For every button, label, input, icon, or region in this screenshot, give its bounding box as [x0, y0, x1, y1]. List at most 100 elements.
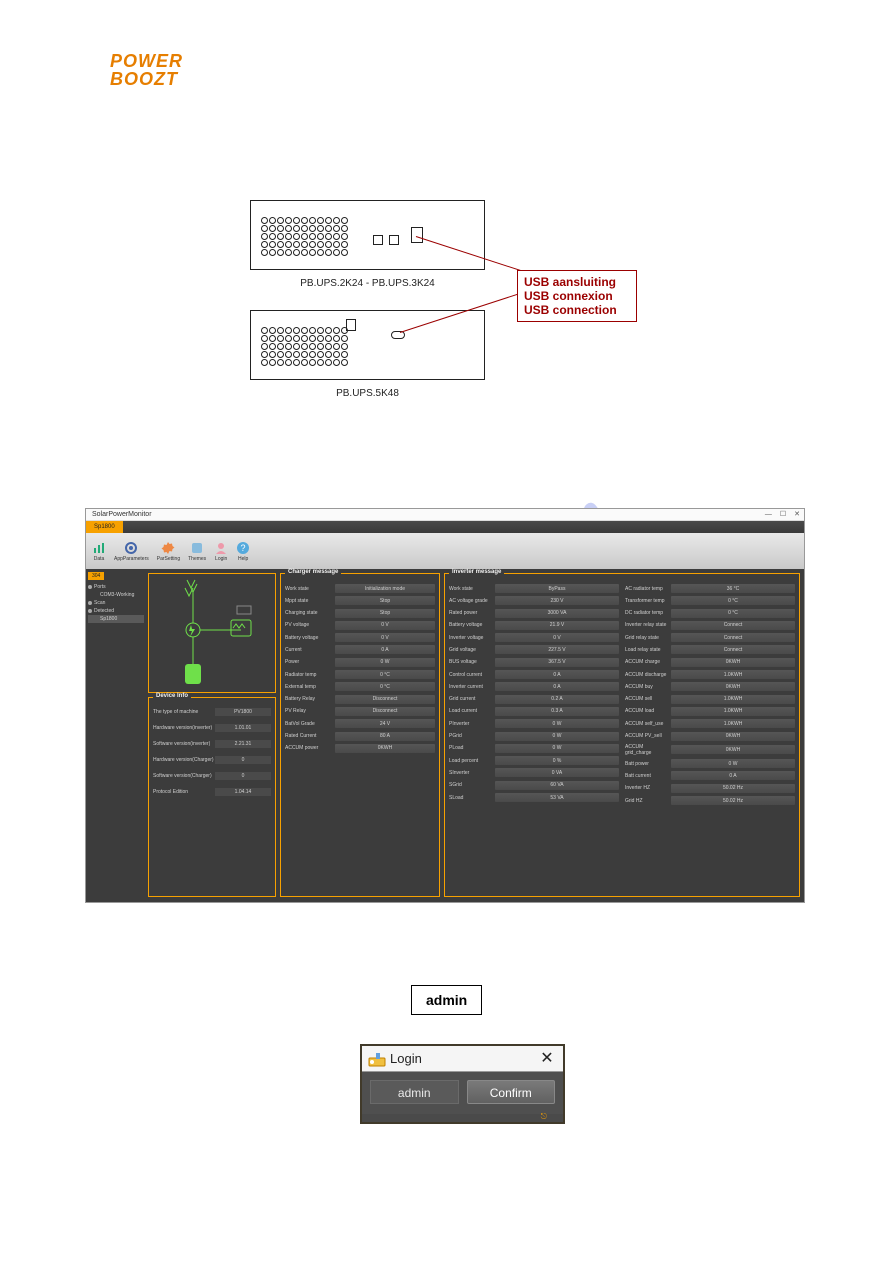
field-value: 367.5 V — [495, 658, 619, 667]
ribbon-login[interactable]: Login — [214, 541, 228, 562]
callout-text: USB connexion — [524, 289, 630, 303]
document-tab[interactable]: Sp1800 — [86, 521, 123, 533]
port-icon — [391, 331, 405, 339]
inverter-row: Batt power0 W — [625, 759, 795, 768]
svg-text:?: ? — [241, 543, 246, 553]
field-label: Inverter voltage — [449, 635, 495, 641]
field-label: External temp — [285, 684, 335, 690]
callout-text: USB connection — [524, 303, 630, 317]
tree-node[interactable]: COM3-Working — [88, 591, 144, 599]
inverter-row: Load current0.3 A — [449, 707, 619, 716]
bullet-icon — [88, 609, 92, 613]
inverter-row: ACCUM discharge1.0KWH — [625, 670, 795, 679]
field-value: Disconnect — [335, 707, 435, 716]
charger-row: ACCUM power0KWH — [285, 744, 435, 753]
login-body: admin Confirm — [362, 1072, 563, 1114]
minimize-icon[interactable]: — — [765, 509, 772, 521]
port-icon — [389, 235, 399, 245]
field-value: 0 A — [495, 682, 619, 691]
login-title-text: Login — [390, 1051, 422, 1066]
port-icon — [373, 235, 383, 245]
tree-node[interactable]: Ports — [88, 583, 144, 591]
field-label: Grid voltage — [449, 647, 495, 653]
field-value: 0KWH — [335, 744, 435, 753]
device-info-panel: Device Info The type of machinePV1800Har… — [148, 697, 276, 897]
field-label: Software version(inverter) — [153, 741, 215, 747]
field-value: 0 W — [671, 759, 795, 768]
devinfo-row: Software version(inverter)2.21.31 — [153, 740, 271, 748]
tree-node-label: COM3-Working — [100, 592, 134, 598]
close-icon[interactable]: ✕ — [794, 509, 800, 521]
field-label: PLoad — [449, 745, 495, 751]
ribbon-toolbar: Data AppParameters ParSetting Themes Login? H… — [86, 533, 804, 569]
inverter-row: Grid relay stateConnect — [625, 633, 795, 642]
field-label: Power — [285, 659, 335, 665]
field-value: 1.0KWH — [671, 695, 795, 704]
tree-node[interactable]: Sp1800 — [88, 615, 144, 623]
charger-row: Battery RelayDisconnect — [285, 695, 435, 704]
devinfo-row: The type of machinePV1800 — [153, 708, 271, 716]
inverter-row: Load percent0 % — [449, 756, 619, 765]
field-value: 0.3 A — [495, 707, 619, 716]
close-icon[interactable]: ✕ — [537, 1048, 557, 1068]
vent-grid — [261, 217, 348, 256]
workspace: 304 PortsCOM3-WorkingScanDetectedSp1800 — [86, 569, 804, 902]
field-label: Transformer temp — [625, 598, 671, 604]
field-value: 0 W — [335, 658, 435, 667]
maximize-icon[interactable]: ☐ — [780, 509, 786, 521]
tree-node[interactable]: Detected — [88, 607, 144, 615]
ribbon-parsetting[interactable]: ParSetting — [157, 541, 180, 562]
inverter-row: Grid HZ50.02 Hz — [625, 796, 795, 805]
charger-row: Work stateInitialization mode — [285, 584, 435, 593]
ribbon-label: Login — [215, 556, 227, 562]
field-label: Battery Relay — [285, 696, 335, 702]
field-label: ACCUM discharge — [625, 672, 671, 678]
field-value: 0 — [215, 772, 271, 780]
field-label: Rated Current — [285, 733, 335, 739]
ribbon-help[interactable]: ? Help — [236, 541, 250, 562]
field-value: 0 W — [495, 719, 619, 728]
inverter-row: BUS voltage367.5 V — [449, 658, 619, 667]
inverter-row: AC radiator temp36 °C — [625, 584, 795, 593]
ribbon-appparameters[interactable]: AppParameters — [114, 541, 149, 562]
field-value: 0 W — [495, 744, 619, 753]
charger-row: PV voltage0 V — [285, 621, 435, 630]
logo-line2: BOOZT — [110, 70, 190, 88]
ribbon-themes[interactable]: Themes — [188, 541, 206, 562]
field-label: Batt power — [625, 761, 671, 767]
inverter-message-panel: Inverter message Work stateByPassAC volt… — [444, 573, 800, 897]
side-tab[interactable]: 304 — [88, 572, 104, 580]
ribbon-label: Help — [238, 556, 248, 562]
charger-row: BatVol Grade24 V — [285, 719, 435, 728]
field-value: 1.0KWH — [671, 670, 795, 679]
inverter-row: Grid current0.2 A — [449, 695, 619, 704]
field-label: PV Relay — [285, 708, 335, 714]
tree-node-label: Detected — [94, 608, 114, 614]
login-password-input[interactable]: admin — [370, 1080, 459, 1104]
key-icon — [368, 1050, 386, 1068]
field-value: 0 V — [495, 633, 619, 642]
field-label: Rated power — [449, 610, 495, 616]
field-label: ACCUM grid_charge — [625, 744, 671, 756]
inverter-row: Grid voltage227.5 V — [449, 645, 619, 654]
field-value: 60 VA — [495, 781, 619, 790]
port-icon — [411, 227, 423, 243]
field-label: SLoad — [449, 795, 495, 801]
ribbon-data[interactable]: Data — [92, 541, 106, 562]
charger-row: Power0 W — [285, 658, 435, 667]
field-label: Batt current — [625, 773, 671, 779]
device-label-bottom: PB.UPS.5K48 — [250, 388, 485, 399]
field-label: SInverter — [449, 770, 495, 776]
panel-title: Inverter message — [449, 569, 504, 575]
field-label: Radiator temp — [285, 672, 335, 678]
energy-flow-icon — [149, 574, 277, 694]
confirm-button[interactable]: Confirm — [467, 1080, 556, 1104]
tree-node[interactable]: Scan — [88, 599, 144, 607]
field-label: Hardware version(inverter) — [153, 725, 215, 731]
inverter-row: ACCUM PV_sell0KWH — [625, 732, 795, 741]
field-value: 2.21.31 — [215, 740, 271, 748]
inverter-row: PLoad0 W — [449, 744, 619, 753]
vent-grid — [261, 327, 348, 366]
field-label: ACCUM power — [285, 745, 335, 751]
field-label: Software version(Charger) — [153, 773, 215, 779]
